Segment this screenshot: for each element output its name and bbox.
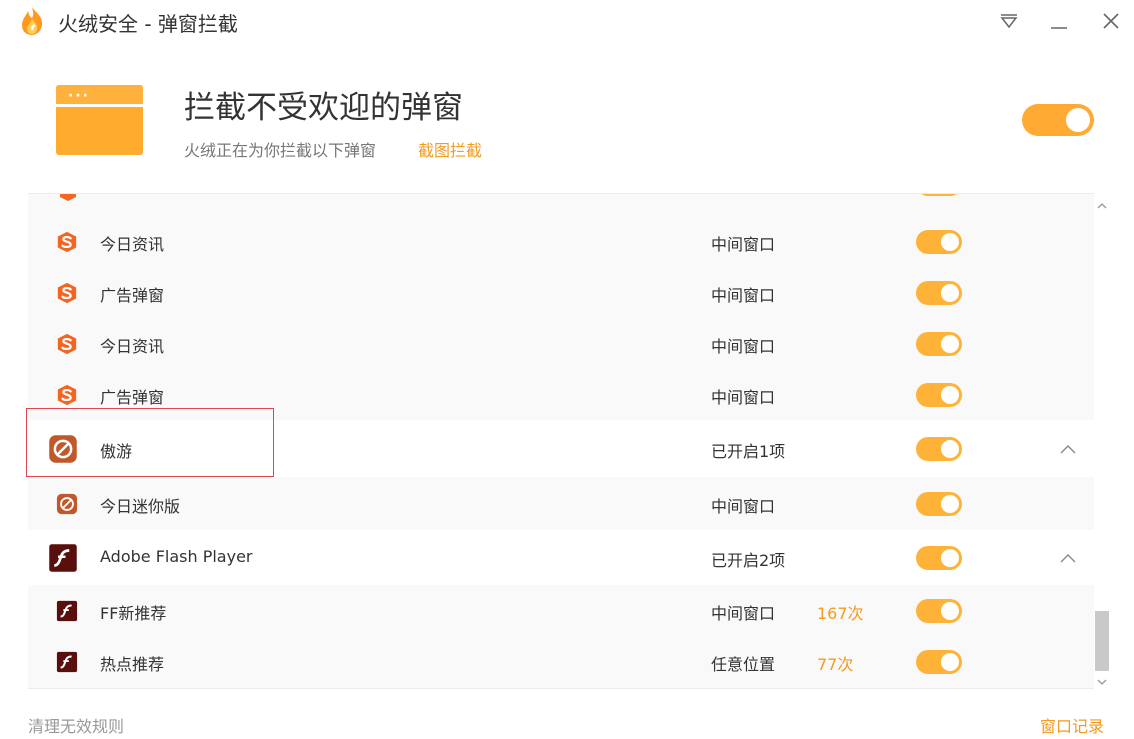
clean-invalid-rules-button[interactable]: 清理无效规则 [28, 713, 124, 737]
rule-toggle[interactable] [916, 194, 962, 196]
list-item: 今日迷你版 中间窗口 [28, 477, 1094, 530]
rule-toggle[interactable] [916, 382, 962, 407]
rule-toggle[interactable] [916, 331, 962, 356]
rule-status: 中间窗口 [711, 387, 776, 407]
flash-icon [56, 651, 78, 673]
flash-icon [48, 543, 78, 573]
master-toggle[interactable] [1022, 104, 1094, 136]
rule-status: 已开启1项 [711, 441, 786, 461]
rule-toggle[interactable] [916, 436, 962, 461]
rule-name: FF新推荐 [100, 603, 167, 623]
chevron-up-icon[interactable] [1096, 197, 1108, 209]
window-title: 火绒安全 - 弹窗拦截 [58, 12, 238, 36]
screenshot-intercept-link[interactable]: 截图拦截 [418, 137, 482, 161]
page-title: 拦截不受欢迎的弹窗 [184, 90, 463, 126]
intercept-count: 77次 [817, 654, 854, 674]
rule-name: 热点推荐 [100, 654, 165, 674]
rule-status: 任意位置 [711, 654, 776, 674]
chevron-down-icon[interactable] [1096, 673, 1108, 685]
list-item: 今日资讯 中间窗口 [28, 216, 1094, 267]
header-subtitle: 火绒正在为你拦截以下弹窗 [184, 141, 377, 160]
rule-name: 广告弹窗 [100, 285, 165, 305]
sogou-s-icon [58, 194, 78, 202]
list-item: 热点推荐 任意位置 77次 [28, 636, 1094, 687]
maxthon-icon [48, 434, 78, 464]
menu-triangle-icon[interactable] [996, 8, 1022, 34]
rule-status: 中间窗口 [711, 603, 776, 623]
rule-toggle[interactable] [916, 229, 962, 254]
rule-toggle[interactable] [916, 491, 962, 516]
rule-name: 今日资讯 [100, 336, 165, 356]
sogou-s-icon [56, 282, 78, 304]
rule-toggle[interactable] [916, 598, 962, 623]
rule-toggle[interactable] [916, 545, 962, 570]
rule-name: 广告弹窗 [100, 387, 165, 407]
rule-status: 中间窗口 [711, 496, 776, 516]
rule-status: 中间窗口 [711, 336, 776, 356]
popup-window-icon: ··· [56, 85, 143, 155]
title-bar: 火绒安全 - 弹窗拦截 [0, 0, 1134, 44]
list-item: 广告弹窗 中间窗口 [28, 267, 1094, 318]
rule-name: 傲游 [100, 441, 133, 461]
list-item: FF新推荐 中间窗口 167次 [28, 585, 1094, 636]
group-row: Adobe Flash Player 已开启2项 [28, 530, 1094, 585]
rule-toggle[interactable] [916, 280, 962, 305]
rule-status: 已开启2项 [711, 550, 786, 570]
rule-status: 中间窗口 [711, 285, 776, 305]
rule-toggle[interactable] [916, 649, 962, 674]
huorong-flame-icon [18, 6, 46, 36]
intercept-count: 167次 [817, 603, 864, 623]
list-item [28, 194, 1094, 204]
rule-status: 中间窗口 [711, 234, 776, 254]
rule-name: 今日资讯 [100, 234, 165, 254]
sogou-s-icon [56, 231, 78, 253]
maxthon-icon [56, 493, 78, 515]
window-history-link[interactable]: 窗口记录 [1040, 713, 1104, 737]
footer-divider [28, 688, 1094, 689]
chevron-up-icon[interactable] [1058, 548, 1078, 568]
close-icon[interactable] [1098, 8, 1124, 34]
minimize-icon[interactable] [1046, 8, 1072, 34]
list-item: 今日资讯 中间窗口 [28, 318, 1094, 369]
chevron-up-icon[interactable] [1058, 439, 1078, 459]
flash-icon [56, 600, 78, 622]
scroll-thumb[interactable] [1095, 611, 1109, 671]
group-row: 傲游 已开启1项 [28, 420, 1094, 477]
list-item: 广告弹窗 中间窗口 [28, 369, 1094, 420]
sogou-s-icon [56, 384, 78, 406]
sogou-s-icon [56, 333, 78, 355]
rule-name: Adobe Flash Player [100, 546, 253, 566]
rule-name: 今日迷你版 [100, 496, 181, 516]
scrollbar[interactable] [1094, 193, 1110, 688]
